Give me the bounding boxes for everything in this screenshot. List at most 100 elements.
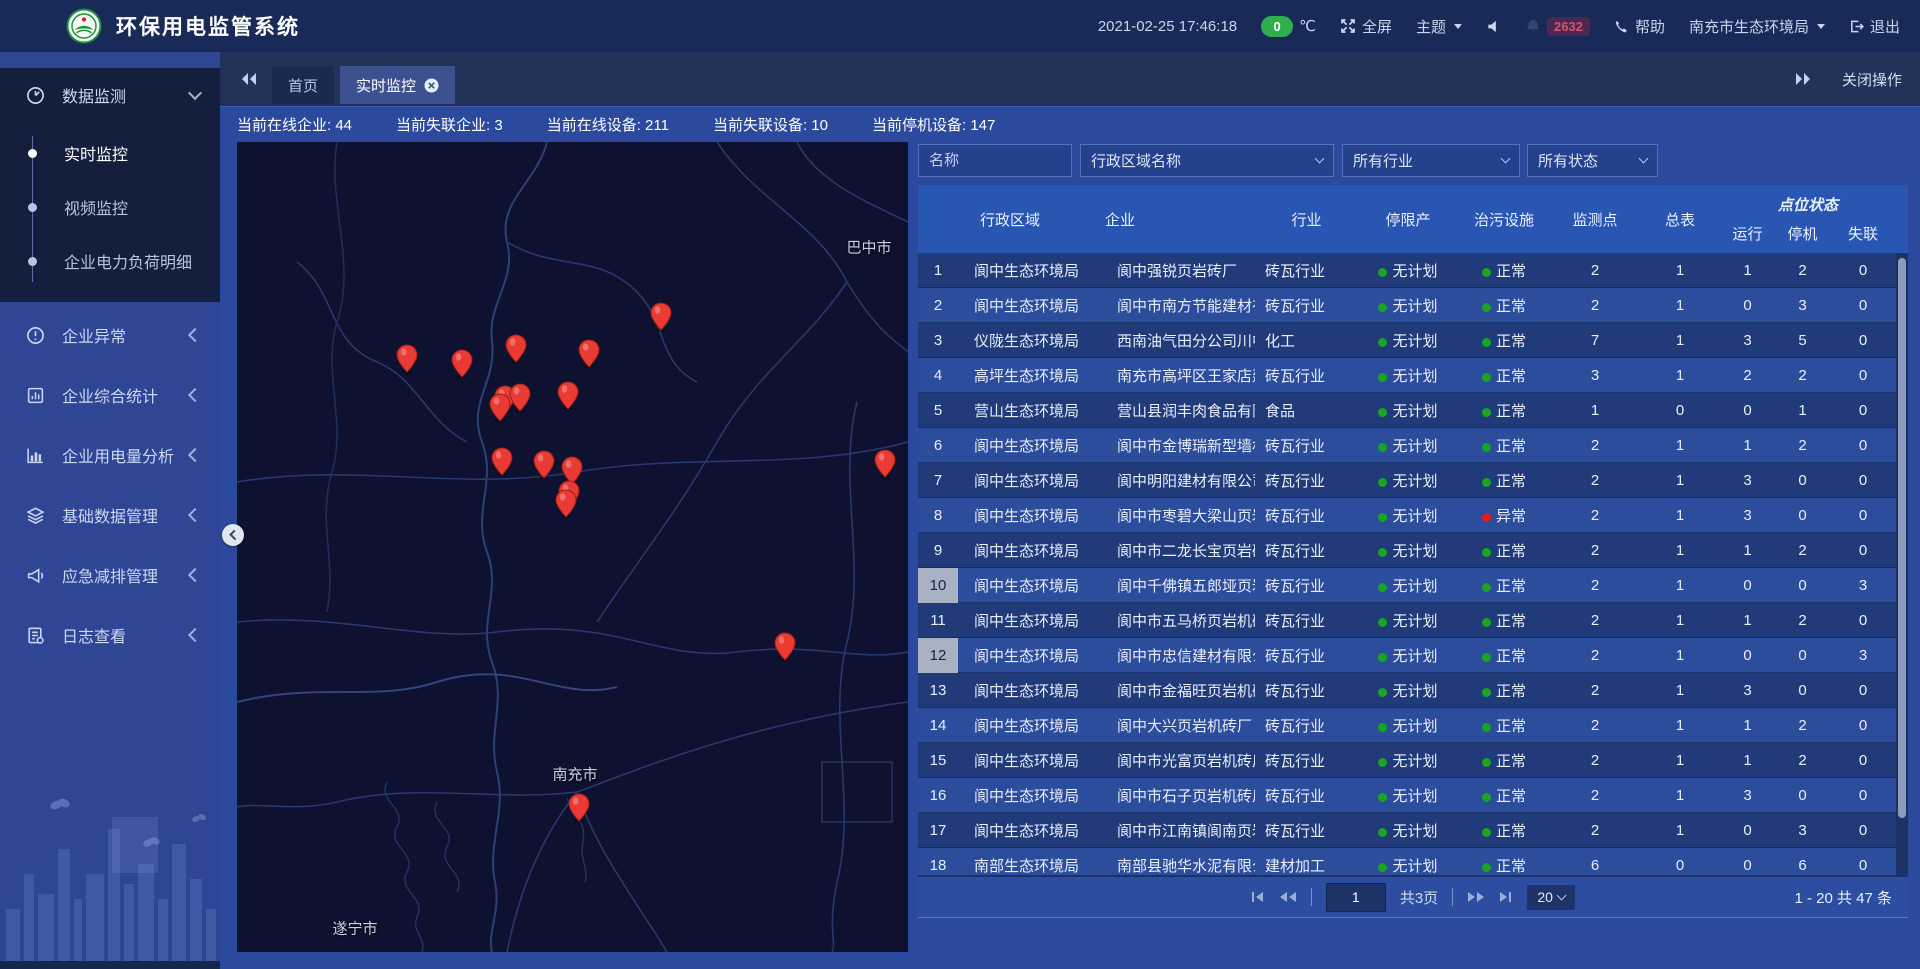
stat-2: 当前在线设备: 211 xyxy=(547,114,669,135)
cell-region: 阆中生态环境局 xyxy=(958,260,1095,281)
table-row[interactable]: 2阆中生态环境局阆中市南方节能建材有砖瓦行业无计划正常21030 xyxy=(918,288,1896,323)
cell-index: 18 xyxy=(918,848,958,875)
sidebar-item-power-analysis[interactable]: 企业用电量分析 xyxy=(0,428,220,482)
phone-icon xyxy=(1614,19,1629,34)
speaker-button[interactable] xyxy=(1486,19,1501,34)
tab-label: 首页 xyxy=(288,75,318,96)
logout-button[interactable]: 退出 xyxy=(1849,16,1900,37)
map-pin[interactable] xyxy=(577,339,601,369)
status-filter-select[interactable]: 所有状态 xyxy=(1527,144,1658,177)
cell-lost: 0 xyxy=(1830,332,1896,349)
table-row[interactable]: 15阆中生态环境局阆中市光富页岩机砖厂砖瓦行业无计划正常21120 xyxy=(918,743,1896,778)
map-pin[interactable] xyxy=(395,344,419,374)
chevron-left-icon xyxy=(188,508,202,522)
cell-company: 阆中大兴页岩机砖厂 xyxy=(1095,715,1255,736)
map-city-label: 遂宁市 xyxy=(332,918,377,939)
table-row[interactable]: 4高坪生态环境局南充市高坪区王家店建砖瓦行业无计划正常31220 xyxy=(918,358,1896,393)
first-page-button[interactable] xyxy=(1251,891,1265,903)
sidebar-item-realtime-monitor[interactable]: 实时监控 xyxy=(0,126,220,180)
sidebar-item-log-view[interactable]: 日志查看 xyxy=(0,608,220,662)
status-dot-green xyxy=(1378,723,1387,732)
help-button[interactable]: 帮助 xyxy=(1614,16,1665,37)
scrollbar-thumb[interactable] xyxy=(1898,258,1906,818)
tabs-container: 首页 实时监控 xyxy=(272,66,461,106)
sidebar: 数据监测实时监控视频监控企业电力负荷明细企业异常企业综合统计企业用电量分析基础数… xyxy=(0,52,220,969)
table-row[interactable]: 16阆中生态环境局阆中市石子页岩机砖厂砖瓦行业无计划正常21300 xyxy=(918,778,1896,813)
sidebar-item-base-data[interactable]: 基础数据管理 xyxy=(0,488,220,542)
close-operations-button[interactable]: 关闭操作 xyxy=(1842,69,1902,90)
map-pin[interactable] xyxy=(554,489,578,519)
table-row[interactable]: 7阆中生态环境局阆中明阳建材有限公司砖瓦行业无计划正常21300 xyxy=(918,463,1896,498)
map-pin[interactable] xyxy=(649,302,673,332)
region-filter-select[interactable]: 行政区域名称 xyxy=(1080,144,1334,177)
map-pin[interactable] xyxy=(556,381,580,411)
sidebar-section-enterprise-stats: 企业综合统计 xyxy=(0,368,220,422)
cell-halted: 2 xyxy=(1775,262,1830,279)
last-page-button[interactable] xyxy=(1499,891,1513,903)
status-dot-green xyxy=(1378,653,1387,662)
chevron-left-icon xyxy=(188,568,202,582)
table-row[interactable]: 18南部生态环境局南部县驰华水泥有限公建材加工无计划正常60060 xyxy=(918,848,1896,875)
cell-monitor-points: 2 xyxy=(1550,472,1640,489)
map-panel[interactable]: 巴中市南充市遂宁市 xyxy=(237,142,908,952)
status-dot-green xyxy=(1482,408,1491,417)
map-pin[interactable] xyxy=(567,793,591,823)
pagination-range-label: 1 - 20 共 47 条 xyxy=(1794,887,1892,908)
industry-filter-select[interactable]: 所有行业 xyxy=(1342,144,1520,177)
table-row[interactable]: 6阆中生态环境局阆中市金博瑞新型墙材砖瓦行业无计划正常21120 xyxy=(918,428,1896,463)
tabs-scroll-left-button[interactable] xyxy=(240,71,258,87)
notifications-button[interactable]: 2632 xyxy=(1525,17,1590,36)
map-pin[interactable] xyxy=(450,349,474,379)
tab-home[interactable]: 首页 xyxy=(272,66,334,104)
sidebar-item-emergency-reduction[interactable]: 应急减排管理 xyxy=(0,548,220,602)
sidebar-item-video-monitor[interactable]: 视频监控 xyxy=(0,180,220,234)
map-pin[interactable] xyxy=(488,393,512,423)
map-pin[interactable] xyxy=(490,447,514,477)
next-page-button[interactable] xyxy=(1467,891,1485,903)
sidebar-collapse-toggle[interactable] xyxy=(222,524,244,546)
table-row[interactable]: 3仪陇生态环境局西南油气田分公司川中化工无计划正常71350 xyxy=(918,323,1896,358)
cell-region: 阆中生态环境局 xyxy=(958,820,1095,841)
cell-pollution-facility: 正常 xyxy=(1458,645,1550,666)
sidebar-item-power-load-detail[interactable]: 企业电力负荷明细 xyxy=(0,234,220,288)
map-pin[interactable] xyxy=(873,449,897,479)
page-number-input[interactable] xyxy=(1326,883,1386,912)
cell-company: 阆中市光富页岩机砖厂 xyxy=(1095,750,1255,771)
status-dot-green xyxy=(1482,828,1491,837)
table-row[interactable]: 8阆中生态环境局阆中市枣碧大梁山页岩砖瓦行业无计划异常21300 xyxy=(918,498,1896,533)
cell-lost: 3 xyxy=(1830,577,1896,594)
bar-chart-icon xyxy=(26,445,48,465)
map-pin[interactable] xyxy=(773,632,797,662)
tabs-scroll-right-button[interactable] xyxy=(1794,71,1812,87)
sidebar-item-enterprise-abnormal[interactable]: 企业异常 xyxy=(0,308,220,362)
page-size-select[interactable]: 20 xyxy=(1527,885,1575,910)
fullscreen-button[interactable]: 全屏 xyxy=(1340,16,1392,37)
org-dropdown[interactable]: 南充市生态环境局 xyxy=(1689,16,1825,37)
sidebar-section-emergency-reduction: 应急减排管理 xyxy=(0,548,220,602)
tab-realtime-monitor[interactable]: 实时监控 xyxy=(340,66,455,104)
map-pin[interactable] xyxy=(532,450,556,480)
cell-company: 阆中市金福旺页岩机砖 xyxy=(1095,680,1255,701)
prev-page-button[interactable] xyxy=(1279,891,1297,903)
status-dot-green xyxy=(1378,863,1387,872)
cell-lost: 0 xyxy=(1830,822,1896,839)
table-row[interactable]: 11阆中生态环境局阆中市五马桥页岩机砖砖瓦行业无计划正常21120 xyxy=(918,603,1896,638)
table-row[interactable]: 12阆中生态环境局阆中市忠信建材有限公砖瓦行业无计划正常21003 xyxy=(918,638,1896,673)
map-pin[interactable] xyxy=(504,334,528,364)
cell-lost: 0 xyxy=(1830,437,1896,454)
cell-index: 13 xyxy=(918,673,958,708)
name-filter-input[interactable] xyxy=(918,144,1072,177)
column-header-point-status: 点位状态运行停机失联 xyxy=(1720,185,1896,253)
table-row[interactable]: 1阆中生态环境局阆中强锐页岩砖厂砖瓦行业无计划正常21120 xyxy=(918,253,1896,288)
sidebar-item-enterprise-stats[interactable]: 企业综合统计 xyxy=(0,368,220,422)
table-row[interactable]: 9阆中生态环境局阆中市二龙长宝页岩砖砖瓦行业无计划正常21120 xyxy=(918,533,1896,568)
table-row[interactable]: 13阆中生态环境局阆中市金福旺页岩机砖砖瓦行业无计划正常21300 xyxy=(918,673,1896,708)
tab-close-icon[interactable] xyxy=(424,78,439,93)
theme-dropdown[interactable]: 主题 xyxy=(1416,16,1462,37)
sidebar-item-data-monitor[interactable]: 数据监测 xyxy=(0,68,220,122)
cell-running: 3 xyxy=(1720,787,1775,804)
table-row[interactable]: 10阆中生态环境局阆中千佛镇五郎垭页岩砖瓦行业无计划正常21003 xyxy=(918,568,1896,603)
table-row[interactable]: 17阆中生态环境局阆中市江南镇阆南页岩砖瓦行业无计划正常21030 xyxy=(918,813,1896,848)
table-row[interactable]: 5营山生态环境局营山县润丰肉食品有限食品无计划正常10010 xyxy=(918,393,1896,428)
table-row[interactable]: 14阆中生态环境局阆中大兴页岩机砖厂砖瓦行业无计划正常21120 xyxy=(918,708,1896,743)
